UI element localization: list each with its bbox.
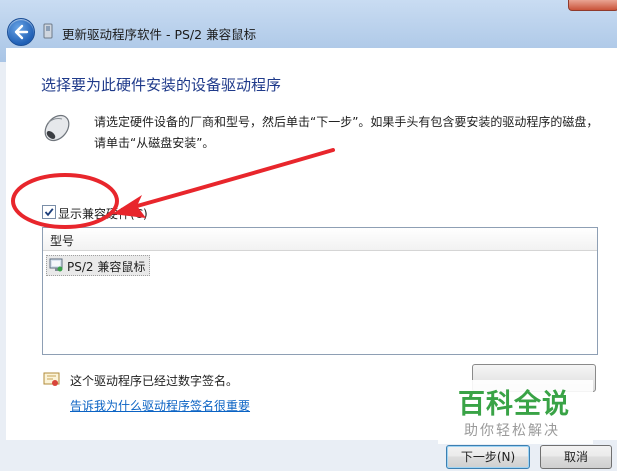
next-button[interactable]: 下一步(N) xyxy=(446,445,530,469)
show-compatible-checkbox[interactable] xyxy=(42,205,56,219)
model-listbox[interactable]: 型号 PS/2 兼容鼠标 xyxy=(42,227,598,355)
instruction-text: 请选定硬件设备的厂商和型号，然后单击“下一步”。如果手头有包含要安装的驱动程序的… xyxy=(94,115,599,150)
back-button[interactable] xyxy=(7,18,35,46)
mouse-device-icon xyxy=(49,258,63,272)
watermark-subtitle: 助你轻松解决 xyxy=(464,423,560,439)
signing-info-link[interactable]: 告诉我为什么驱动程序签名很重要 xyxy=(70,397,250,414)
certificate-icon xyxy=(43,372,60,386)
column-header-label: 型号 xyxy=(50,234,75,248)
close-button[interactable] xyxy=(568,0,617,11)
window-title: 更新驱动程序软件 - PS/2 兼容鼠标 xyxy=(62,27,257,42)
checkmark-icon xyxy=(44,208,54,217)
list-item[interactable]: PS/2 兼容鼠标 xyxy=(46,255,150,276)
show-compatible-label[interactable]: 显示兼容硬件(C) xyxy=(58,205,148,222)
watermark: 百科全说 助你轻松解决 xyxy=(438,380,593,444)
back-arrow-icon xyxy=(14,24,29,40)
list-item-label: PS/2 兼容鼠标 xyxy=(67,260,146,274)
column-header-model[interactable]: 型号 xyxy=(43,228,597,251)
driver-icon xyxy=(43,23,53,39)
signed-status-text: 这个驱动程序已经过数字签名。 xyxy=(70,374,239,388)
cancel-button[interactable]: 取消 xyxy=(540,445,612,469)
mouse-icon xyxy=(44,114,70,142)
watermark-title: 百科全说 xyxy=(458,389,570,420)
page-heading: 选择要为此硬件安装的设备驱动程序 xyxy=(41,76,282,94)
